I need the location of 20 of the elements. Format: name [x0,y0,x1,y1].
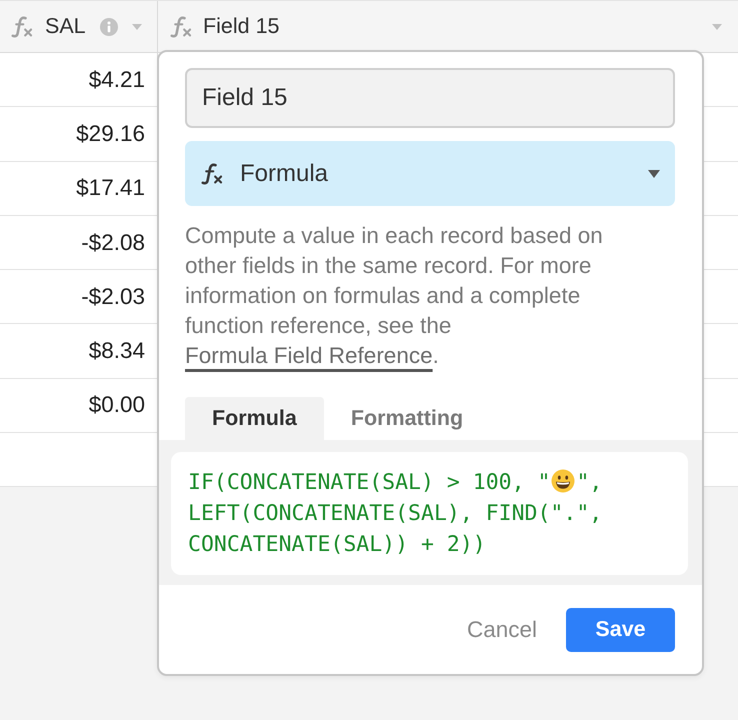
caret-icon[interactable] [132,24,142,30]
formula-editor[interactable]: IF(CONCATENATE(SAL) > 100, " ", LEFT(CONCATENATE(SAL), FIND(".", CONCATENATE(SAL)) + 2)) [171,452,688,575]
field-name-input[interactable]: Field 15 [185,68,675,128]
column-header[interactable]: Field 15 [158,1,738,52]
editor-tab[interactable]: Formula [185,397,324,440]
field-description: Compute a value in each record based on other fields in the same record. For more information on formulas and a complete function reference, see the Formula Field Reference. [185,222,604,370]
editor-tab[interactable]: Formatting [324,397,490,440]
formula-icon [200,162,224,186]
caret-icon[interactable] [712,24,722,30]
formula-reference-link[interactable]: Formula Field Reference [185,343,433,368]
grinning-face-icon [551,469,576,493]
save-button[interactable]: Save [566,608,675,652]
column-name: SAL [45,14,86,39]
field-type-dropdown[interactable]: Formula [185,141,675,206]
column-header[interactable]: SAL [0,1,158,52]
formula-icon [169,14,193,38]
column-name: Field 15 [203,14,280,39]
formula-icon [10,14,34,38]
caret-icon [648,170,660,178]
info-icon[interactable] [100,18,118,36]
